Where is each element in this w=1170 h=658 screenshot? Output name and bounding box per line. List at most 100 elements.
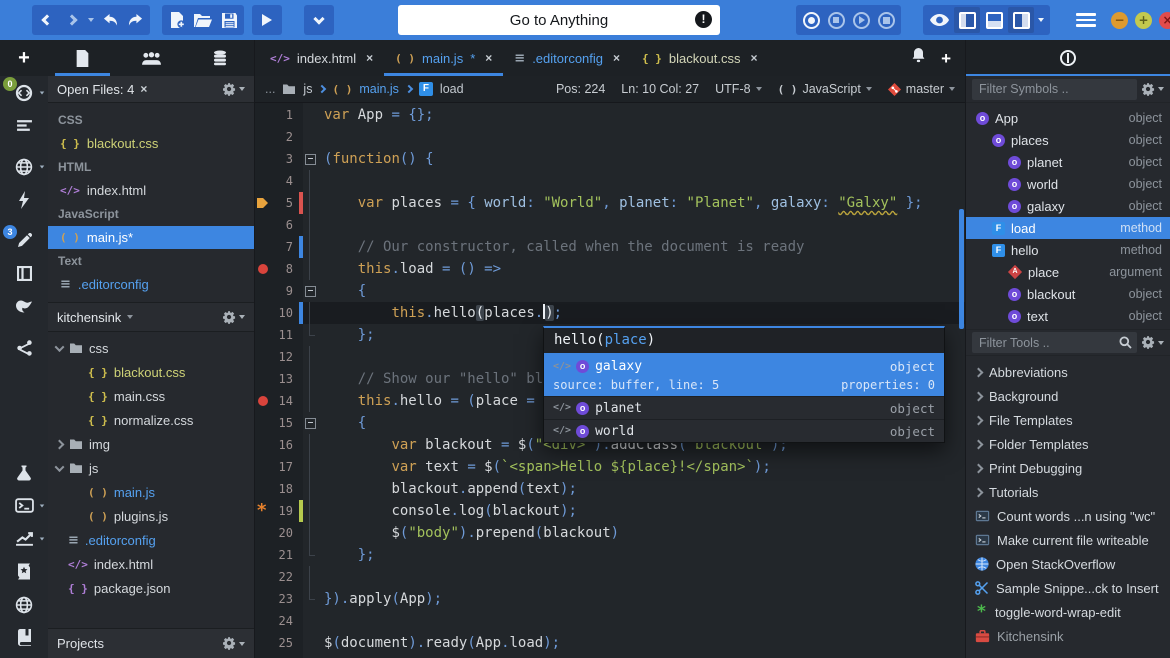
right-pane-toggle[interactable] bbox=[1008, 7, 1034, 33]
nav-history-dropdown[interactable] bbox=[85, 7, 97, 33]
code-line[interactable]: 25$(document).ready(App.load); bbox=[255, 632, 965, 654]
code-line[interactable]: 1var App = {}; bbox=[255, 104, 965, 126]
breadcrumb-ellipsis[interactable]: ... bbox=[265, 82, 275, 96]
preview-button[interactable] bbox=[926, 7, 953, 33]
code-line[interactable]: 21 }; bbox=[255, 544, 965, 566]
tool-item[interactable]: Tutorials bbox=[966, 480, 1170, 504]
filter-symbols-input[interactable] bbox=[972, 79, 1137, 100]
project-file-row[interactable]: { }normalize.css bbox=[48, 408, 254, 432]
formatting-button[interactable] bbox=[0, 109, 48, 142]
open-file-item[interactable]: ( )main.js* bbox=[48, 226, 254, 249]
chevron-right-icon[interactable] bbox=[974, 367, 984, 377]
main-menu-button[interactable] bbox=[1076, 13, 1096, 27]
breakpoint-marker[interactable] bbox=[255, 390, 271, 412]
files-tab[interactable] bbox=[48, 40, 117, 76]
quick-actions-button[interactable] bbox=[0, 183, 48, 216]
status-scc-branch[interactable]: master bbox=[888, 82, 955, 96]
pane-layout-dropdown[interactable] bbox=[1035, 7, 1047, 33]
symbol-row[interactable]: otextobject bbox=[966, 305, 1170, 327]
tool-item[interactable]: Background bbox=[966, 384, 1170, 408]
code-line[interactable]: 6 bbox=[255, 214, 965, 236]
completion-item[interactable]: </>ogalaxyobjectsource: buffer, line: 5p… bbox=[544, 353, 944, 396]
project-folder-row[interactable]: js bbox=[48, 456, 254, 480]
macro-record-button[interactable] bbox=[799, 7, 823, 33]
close-tab-icon[interactable]: × bbox=[485, 51, 492, 65]
code-line[interactable]: 10 this.hello(places.); bbox=[255, 302, 965, 324]
save-button[interactable] bbox=[217, 7, 241, 33]
code-line[interactable]: 7 // Our constructor, called when the do… bbox=[255, 236, 965, 258]
symbol-row[interactable]: oAppobject bbox=[966, 107, 1170, 129]
symbol-row[interactable]: oplanetobject bbox=[966, 151, 1170, 173]
filter-tools-input[interactable] bbox=[972, 332, 1137, 353]
tools-settings[interactable] bbox=[1142, 336, 1164, 349]
tool-item[interactable]: File Templates bbox=[966, 408, 1170, 432]
new-tab-button[interactable]: + bbox=[0, 40, 48, 76]
tool-item[interactable]: Sample Snippe...ck to Insert bbox=[966, 576, 1170, 600]
symbol-row[interactable]: ogalaxyobject bbox=[966, 195, 1170, 217]
syntax-check-button[interactable]: 3 bbox=[0, 224, 48, 257]
unit-testing-button[interactable] bbox=[0, 456, 48, 489]
code-line[interactable]: 3(function() { bbox=[255, 148, 965, 170]
close-all-icon[interactable]: × bbox=[140, 82, 147, 96]
open-file-item[interactable]: ≡.editorconfig bbox=[48, 273, 254, 296]
project-file-row[interactable]: ≡.editorconfig bbox=[48, 528, 254, 552]
project-settings[interactable] bbox=[223, 311, 245, 324]
breadcrumb-folder[interactable]: js bbox=[303, 82, 312, 96]
left-pane-toggle[interactable] bbox=[954, 7, 980, 33]
code-line[interactable]: 20 $("body").prepend(blackout) bbox=[255, 522, 965, 544]
run-command-button[interactable] bbox=[255, 7, 279, 33]
tool-item[interactable]: Print Debugging bbox=[966, 456, 1170, 480]
editor-tab-index-html[interactable]: </>index.html× bbox=[259, 40, 384, 76]
chevron-right-icon[interactable] bbox=[974, 415, 984, 425]
undo-button[interactable] bbox=[98, 7, 122, 33]
chevron-right-icon[interactable] bbox=[974, 439, 984, 449]
close-tab-icon[interactable]: × bbox=[613, 51, 620, 65]
open-file-button[interactable] bbox=[190, 7, 216, 33]
breadcrumb-symbol[interactable]: load bbox=[440, 82, 464, 96]
project-file-row[interactable]: { }package.json bbox=[48, 576, 254, 600]
browser-preview-button[interactable] bbox=[0, 150, 48, 183]
tool-item[interactable]: Folder Templates bbox=[966, 432, 1170, 456]
code-line[interactable]: 19 console.log(blackout); bbox=[255, 500, 965, 522]
project-file-row[interactable]: { }main.css bbox=[48, 384, 254, 408]
chevron-right-icon[interactable] bbox=[974, 391, 984, 401]
symbol-row[interactable]: oworldobject bbox=[966, 173, 1170, 195]
code-line[interactable]: 18 blackout.append(text); bbox=[255, 478, 965, 500]
code-line[interactable]: 5 var places = { world: "World", planet:… bbox=[255, 192, 965, 214]
macro-stop-button[interactable] bbox=[824, 7, 848, 33]
editor-code-area[interactable]: 1var App = {};23(function() {45 var plac… bbox=[255, 103, 965, 658]
bookmark-marker[interactable] bbox=[255, 192, 271, 214]
close-tab-icon[interactable]: × bbox=[750, 51, 757, 65]
tool-item[interactable]: Count words ...n using "wc" bbox=[966, 504, 1170, 528]
packages-button[interactable] bbox=[0, 555, 48, 588]
symbol-row[interactable]: Floadmethod bbox=[966, 217, 1170, 239]
project-file-row[interactable]: ( )main.js bbox=[48, 480, 254, 504]
symbol-row[interactable]: oplacesobject bbox=[966, 129, 1170, 151]
macro-save-button[interactable] bbox=[874, 7, 898, 33]
goto-anything-input[interactable] bbox=[398, 5, 720, 35]
new-file-button[interactable] bbox=[165, 7, 189, 33]
code-line[interactable]: 4 bbox=[255, 170, 965, 192]
code-line[interactable]: 17 var text = $(`<span>Hello ${place}!</… bbox=[255, 456, 965, 478]
project-folder-row[interactable]: img bbox=[48, 432, 254, 456]
code-line[interactable]: 9 { bbox=[255, 280, 965, 302]
chevron-right-icon[interactable] bbox=[974, 487, 984, 497]
project-file-row[interactable]: { }blackout.css bbox=[48, 360, 254, 384]
window-zoom-button[interactable]: + bbox=[1135, 12, 1152, 29]
breadcrumb-file[interactable]: main.js bbox=[359, 82, 399, 96]
fold-toggle[interactable] bbox=[303, 280, 317, 302]
window-minimize-button[interactable]: − bbox=[1111, 12, 1128, 29]
symbol-browser-tab[interactable] bbox=[966, 40, 1170, 76]
symbol-row[interactable]: Fhellomethod bbox=[966, 239, 1170, 261]
fold-toggle[interactable] bbox=[303, 148, 317, 170]
web-services-button[interactable] bbox=[0, 588, 48, 621]
profiler-button[interactable] bbox=[0, 522, 48, 555]
star-marker[interactable] bbox=[255, 500, 271, 522]
project-header[interactable]: kitchensink bbox=[48, 302, 254, 332]
open-file-item[interactable]: </>index.html bbox=[48, 179, 254, 202]
code-line[interactable]: 23}).apply(App); bbox=[255, 588, 965, 610]
tool-item[interactable]: Kitchensink bbox=[966, 624, 1170, 648]
tool-item[interactable]: Abbreviations bbox=[966, 360, 1170, 384]
bottom-pane-toggle[interactable] bbox=[981, 7, 1007, 33]
completion-item[interactable]: </>oworldobject bbox=[544, 419, 944, 442]
